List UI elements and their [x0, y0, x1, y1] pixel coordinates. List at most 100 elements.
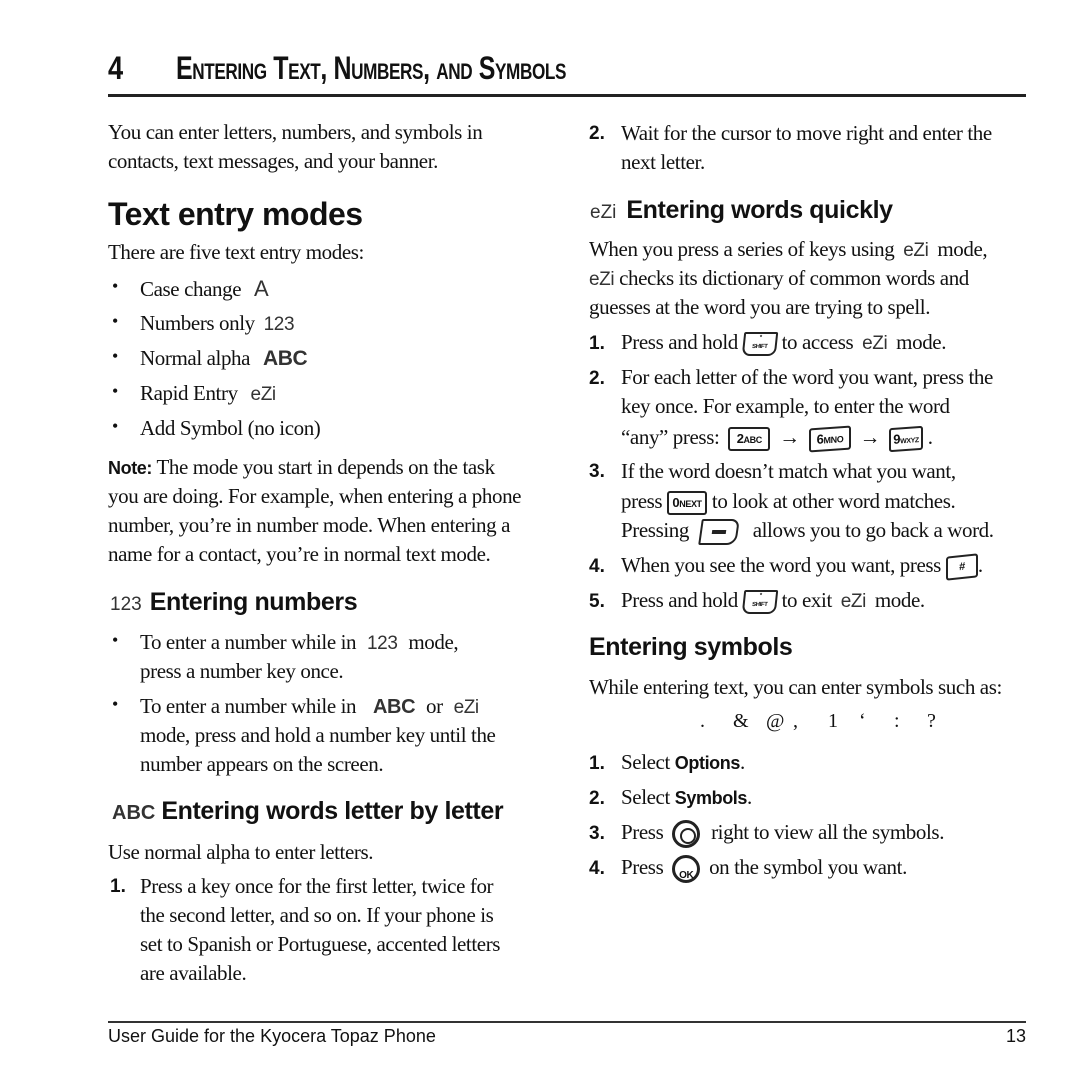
mode-item: Rapid Entry eZi — [140, 379, 276, 409]
left-softkey-icon — [698, 519, 740, 546]
bullet: • — [112, 381, 119, 401]
step-number: 1. — [110, 876, 126, 897]
ok-key-icon: OK — [672, 855, 701, 884]
page-number: 13 — [1005, 1026, 1026, 1046]
quick-step-4: When you see the word you want, press #. — [621, 551, 983, 581]
symbols-examples: . & @ , 1 ‘ : ? — [700, 710, 947, 733]
symbol-step-2: Select Symbols. — [621, 783, 752, 813]
section-heading-letter-by-letter: ABC Entering words letter by letter — [112, 797, 504, 826]
text: When you see the word you want, press — [621, 553, 941, 577]
numbers-mode-icon: 123 — [110, 594, 142, 615]
ezi-mode-icon: eZi — [862, 333, 888, 354]
symbol-step-3: Press right to view all the symbols. — [621, 818, 945, 849]
letter-intro: Use normal alpha to enter letters. — [108, 840, 374, 864]
chapter-title: Entering Text, Numbers, and Symbols — [176, 50, 567, 86]
text: Press and hold — [621, 588, 738, 612]
quick-step-2-line-1: For each letter of the word you want, pr… — [621, 365, 993, 389]
symbol: , — [793, 710, 798, 732]
text: . — [977, 553, 983, 577]
step-number: 5. — [589, 591, 605, 612]
quick-intro-line-2: eZi checks its dictionary of common word… — [589, 264, 969, 294]
heading-text: Entering words letter by letter — [161, 797, 504, 825]
text: “any” press: — [621, 425, 720, 449]
note-line-2: you are doing. For example, when enterin… — [108, 484, 522, 508]
bullet: • — [112, 346, 119, 366]
star-shift-key-icon: * SHIFT — [741, 590, 779, 615]
text: to access — [781, 330, 854, 354]
quick-intro-line-3: guesses at the word you are trying to sp… — [589, 295, 931, 319]
ok-key-label: OK — [679, 870, 694, 882]
footer-divider — [108, 1021, 1026, 1023]
step-number: 3. — [589, 823, 605, 844]
mode-label: Case change — [140, 277, 242, 301]
key-digit: 9 — [893, 431, 901, 448]
symbol: @ — [766, 710, 785, 732]
note-line-4: name for a contact, you’re in normal tex… — [108, 542, 491, 566]
text: to look at other word matches. — [711, 489, 956, 513]
symbols-intro: While entering text, you can enter symbo… — [589, 675, 1002, 699]
chapter-number: 4 — [108, 50, 124, 86]
key-digit: 2 — [736, 431, 744, 447]
normal-alpha-icon: ABC — [373, 696, 416, 718]
navigation-key-icon — [672, 820, 701, 849]
note-text: The mode you start in depends on the tas… — [156, 455, 495, 479]
key-9-wxyz-icon: 9WXYZ — [888, 425, 923, 453]
numbers-mode-icon: 123 — [263, 314, 295, 335]
symbol: & — [733, 710, 749, 732]
text: . — [739, 750, 745, 774]
text: Press — [621, 855, 664, 879]
text: checks its dictionary of common words an… — [619, 266, 969, 290]
quick-intro-line-1: When you press a series of keys using eZ… — [589, 235, 988, 265]
text: mode, — [937, 237, 988, 261]
mode-item: Case change A — [140, 274, 269, 304]
ezi-mode-icon: eZi — [903, 240, 929, 261]
step-number: 2. — [589, 368, 605, 389]
numbers-mode-icon: 123 — [367, 633, 398, 654]
numbers-bullet-2-line-3: number appears on the screen. — [140, 752, 384, 776]
numbers-bullet-2-line-1: To enter a number while in ABC or eZi — [140, 692, 479, 722]
key-letters: ABC — [743, 435, 763, 446]
key-letters: WXYZ — [900, 437, 919, 446]
text: on the symbol you want. — [709, 855, 907, 879]
text: . — [747, 785, 752, 809]
bullet: • — [112, 694, 119, 714]
letter-step-2-line-2: next letter. — [621, 150, 705, 174]
arrow-right-icon: → — [779, 425, 800, 449]
normal-alpha-icon: ABC — [262, 347, 308, 370]
section-heading-words-quickly: eZi Entering words quickly — [590, 196, 893, 225]
text: Select — [621, 750, 670, 774]
bullet: • — [112, 416, 119, 436]
ezi-mode-icon: eZi — [589, 269, 615, 290]
numbers-bullet-1-line-1: To enter a number while in 123 mode, — [140, 628, 459, 658]
step-number: 1. — [589, 333, 605, 354]
menu-item-options: Options — [674, 753, 741, 773]
symbol: . — [700, 710, 705, 732]
text: right to view all the symbols. — [711, 820, 945, 844]
letter-step-2-line-1: Wait for the cursor to move right and en… — [621, 121, 992, 145]
mode-label: Numbers only — [140, 311, 255, 335]
text: allows you to go back a word. — [752, 518, 994, 542]
mode-label: Rapid Entry — [140, 381, 238, 405]
intro-line-1: You can enter letters, numbers, and symb… — [108, 120, 483, 144]
letter-step-1-line-3: set to Spanish or Portuguese, accented l… — [140, 932, 501, 956]
symbol: 1 — [828, 710, 838, 732]
step-number: 2. — [589, 788, 605, 809]
mode-label: Add Symbol (no icon) — [140, 416, 321, 440]
star-shift-key-icon: * SHIFT — [741, 332, 779, 357]
quick-step-1: Press and hold * SHIFT to access eZi mode… — [621, 328, 946, 358]
text: mode, — [408, 630, 459, 654]
numbers-bullet-1-line-2: press a number key once. — [140, 659, 344, 683]
text: When you press a series of keys using — [589, 237, 895, 261]
text: Press and hold — [621, 330, 738, 354]
menu-item-symbols: Symbols — [674, 788, 748, 808]
chapter-divider — [108, 94, 1026, 97]
letter-step-1-line-4: are available. — [140, 961, 247, 985]
text: To enter a number while in — [140, 694, 357, 718]
case-change-icon: A — [254, 276, 269, 301]
mode-item: Normal alpha ABC — [140, 344, 308, 373]
ezi-mode-icon: eZi — [250, 384, 277, 405]
symbol: ‘ — [859, 710, 866, 732]
mode-item: Numbers only 123 — [140, 309, 295, 339]
bullet: • — [112, 276, 119, 296]
quick-step-3-line-3: Pressing allows you to go back a word. — [621, 516, 994, 546]
